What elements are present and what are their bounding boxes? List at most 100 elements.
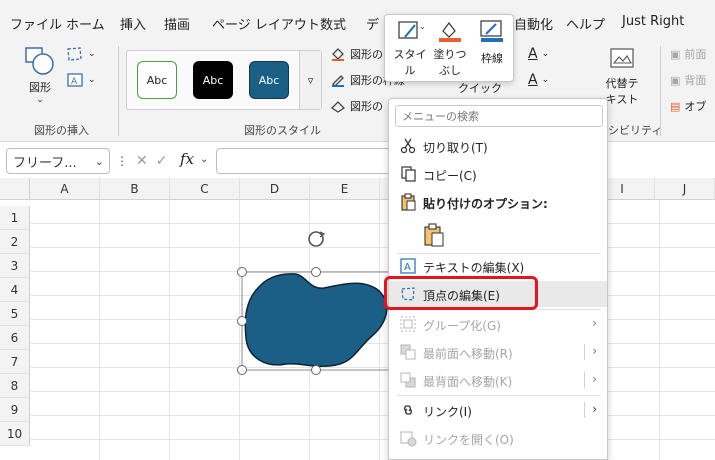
chevron-right-icon[interactable]: ›: [592, 344, 597, 358]
quick-styles-button[interactable]: クイック: [452, 80, 508, 96]
column-header[interactable]: B: [100, 178, 170, 200]
shape-fill-button[interactable]: 図形の: [330, 46, 383, 62]
menu-item-group[interactable]: グループ化(G) ›: [389, 311, 607, 337]
menu-item-edit-points[interactable]: 頂点の編集(E): [389, 281, 607, 307]
selection-pane-button[interactable]: ▤ オブ: [670, 98, 706, 114]
paste-option-keep-source[interactable]: [389, 219, 607, 251]
tab-insert[interactable]: 挿入: [120, 14, 146, 33]
edit-points-icon: [401, 287, 415, 301]
row-header[interactable]: 7: [0, 350, 30, 374]
accessibility-group-label: シビリティ: [608, 124, 663, 137]
menu-item-cut[interactable]: 切り取り(T): [389, 133, 607, 159]
mini-style-button[interactable]: ⌄ スタイ ル: [391, 19, 429, 79]
tab-file[interactable]: ファイル: [10, 14, 62, 33]
column-header[interactable]: E: [310, 178, 380, 200]
menu-search-input[interactable]: メニューの検索: [395, 105, 603, 127]
column-header[interactable]: A: [30, 178, 100, 200]
insert-function-button[interactable]: fx: [180, 150, 194, 168]
shape-styles-group-label: 図形のスタイル: [244, 124, 321, 137]
mini-fill-button[interactable]: 塗りつ ぶし: [431, 19, 469, 79]
mini-style-label-1: スタイ: [393, 48, 427, 61]
svg-text:⌄: ⌄: [419, 22, 425, 31]
menu-item-open-link[interactable]: リンクを開く(O): [389, 425, 607, 451]
quick-styles-label: クイック: [458, 82, 502, 95]
chevron-down-icon: ⌄: [200, 154, 209, 165]
text-fill-button[interactable]: A ⌄: [528, 46, 549, 62]
menu-search-placeholder: メニューの検索: [402, 110, 479, 123]
column-header[interactable]: D: [240, 178, 310, 200]
paste-clipboard-icon: [424, 223, 444, 247]
formula-bar-controls: ⋮ ✕ ✓: [116, 148, 167, 174]
text-box-button[interactable]: A ⌄: [66, 72, 96, 88]
menu-item-bring-to-front[interactable]: 最前面へ移動(R) ›: [389, 339, 607, 365]
selection-pane-icon: ▤: [670, 99, 681, 113]
row-header[interactable]: 6: [0, 326, 30, 350]
menu-item-paste-options-header: 貼り付けのオプション:: [389, 189, 607, 215]
resize-handle[interactable]: [311, 365, 321, 375]
edit-shape-button[interactable]: ⌄: [66, 46, 96, 62]
chevron-down-icon: ⌄: [541, 75, 550, 85]
scissors-icon: [400, 138, 416, 154]
row-header[interactable]: 5: [0, 302, 30, 326]
shapes-button[interactable]: 図形 ⌄: [22, 46, 58, 105]
check-icon[interactable]: ✓: [156, 153, 168, 169]
resize-handle[interactable]: [237, 316, 247, 326]
chevron-down-icon: ⌄: [88, 49, 96, 59]
style-option-blue-selected[interactable]: Abc: [249, 61, 289, 99]
alt-text-icon: [610, 48, 634, 68]
row-header[interactable]: 2: [0, 230, 30, 254]
row-header[interactable]: 8: [0, 374, 30, 398]
gallery-more-button[interactable]: ▿: [299, 51, 321, 109]
shapes-label: 図形: [29, 81, 51, 94]
pen-outline-icon: [480, 20, 503, 42]
row-header[interactable]: 1: [0, 206, 30, 230]
column-header[interactable]: C: [170, 178, 240, 200]
row-header[interactable]: 9: [0, 398, 30, 422]
menu-item-open-link-label: リンクを開く(O): [423, 433, 514, 447]
context-menu: メニューの検索 切り取り(T) コピー(C) 貼り付けのオプション: A テキス…: [388, 98, 608, 460]
shape-effects-button[interactable]: 図形の: [330, 98, 383, 114]
row-header[interactable]: 3: [0, 254, 30, 278]
row-header[interactable]: 10: [0, 422, 30, 446]
resize-handle[interactable]: [311, 267, 321, 277]
style-option-outline-green[interactable]: Abc: [137, 61, 177, 99]
cancel-icon[interactable]: ✕: [136, 153, 148, 169]
resize-handle[interactable]: [237, 365, 247, 375]
tab-automate[interactable]: 自動化: [514, 14, 553, 33]
menu-item-send-to-back-label: 最背面へ移動(K): [423, 375, 513, 389]
bring-forward-button[interactable]: ▣ 前面: [670, 46, 706, 62]
menu-item-link[interactable]: リンク(I) ›: [389, 397, 607, 423]
resize-handle[interactable]: [237, 267, 247, 277]
menu-item-copy[interactable]: コピー(C): [389, 161, 607, 187]
menu-item-group-label: グループ化(G): [423, 319, 501, 333]
alt-text-button[interactable]: 代替テ キスト: [600, 46, 644, 107]
name-box-value: フリーフ...: [13, 155, 77, 171]
chevron-right-icon[interactable]: ›: [592, 372, 597, 386]
row-header[interactable]: 4: [0, 278, 30, 302]
send-backward-button[interactable]: ▣ 背面: [670, 72, 706, 88]
insert-shapes-group-label: 図形の挿入: [34, 124, 89, 137]
style-brush-icon: ⌄: [398, 21, 426, 39]
name-box[interactable]: フリーフ... ⌄: [6, 148, 110, 174]
column-header[interactable]: J: [655, 178, 715, 200]
text-box-icon: A: [400, 258, 416, 274]
tab-help[interactable]: ヘルプ: [566, 14, 605, 33]
chevron-right-icon[interactable]: ›: [592, 402, 597, 416]
tab-formulas[interactable]: 数式: [320, 14, 346, 33]
style-option-black[interactable]: Abc: [193, 61, 233, 99]
select-all-corner[interactable]: [0, 178, 30, 200]
tab-page-layout[interactable]: ページ レイアウト: [212, 14, 320, 33]
tab-home[interactable]: ホーム: [66, 14, 105, 33]
tab-data[interactable]: デ: [366, 14, 384, 33]
mini-fill-label-2: ぶし: [439, 64, 461, 77]
submenu-divider: [584, 402, 585, 418]
menu-item-edit-text[interactable]: A テキストの編集(X): [389, 253, 607, 279]
menu-separator: [397, 395, 601, 396]
tab-just-right[interactable]: Just Right: [622, 14, 684, 29]
mini-outline-button[interactable]: 枠線: [473, 19, 511, 79]
tab-draw[interactable]: 描画: [164, 14, 190, 33]
menu-item-send-to-back[interactable]: 最背面へ移動(K) ›: [389, 367, 607, 393]
shape-effects-icon: [330, 101, 346, 113]
text-outline-button[interactable]: A ⌄: [528, 72, 549, 88]
send-backward-icon: ▣: [670, 73, 681, 87]
